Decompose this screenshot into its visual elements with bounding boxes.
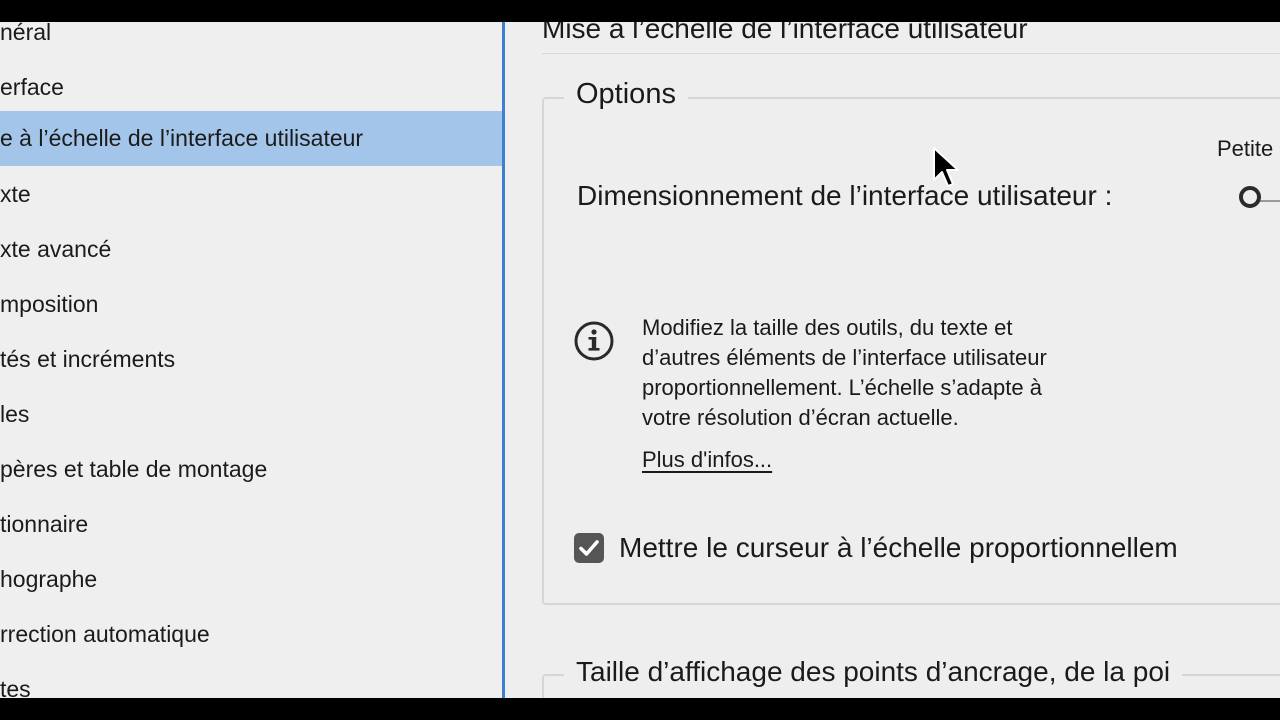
info-line: d’autres éléments de l’interface utilisa… — [642, 345, 1047, 370]
sidebar-item-label: mposition — [0, 291, 99, 317]
sidebar-item-label: néral — [0, 22, 52, 45]
options-legend: Options — [564, 78, 688, 111]
title-divider — [542, 53, 1280, 54]
sidebar-item-label: hographe — [0, 566, 98, 592]
sidebar-item-label: erface — [0, 74, 64, 100]
sidebar-item-label: xte — [0, 181, 31, 207]
page-title: Mise à l’échelle de l’interface utilisat… — [542, 22, 1028, 44]
info-line: votre résolution d’écran actuelle. — [642, 405, 959, 430]
sidebar-item-text[interactable]: xte — [0, 167, 502, 222]
anchor-size-legend: Taille d’affichage des points d’ancrage,… — [564, 656, 1183, 688]
sidebar-item-composition[interactable]: mposition — [0, 277, 502, 332]
ui-sizing-label: Dimensionnement de l’interface utilisate… — [577, 180, 1113, 211]
sidebar-item-autocorrect[interactable]: rrection automatique — [0, 607, 502, 662]
scale-cursor-label[interactable]: Mettre le curseur à l’échelle proportion… — [619, 532, 1178, 564]
checkmark-icon — [579, 540, 599, 556]
sidebar-item-dictionary[interactable]: tionnaire — [0, 497, 502, 552]
more-info-link[interactable]: Plus d'infos... — [642, 447, 772, 473]
scale-cursor-checkbox[interactable] — [574, 533, 604, 563]
sidebar-item-label: e à l’échelle de l’interface utilisateur — [0, 125, 364, 151]
info-icon — [574, 321, 614, 361]
settings-panel: Mise à l’échelle de l’interface utilisat… — [505, 22, 1280, 698]
sidebar-item-interface[interactable]: erface — [0, 60, 502, 115]
sidebar-item-label: tés et incréments — [0, 346, 176, 372]
sidebar-item-advanced-text[interactable]: xte avancé — [0, 222, 502, 277]
preferences-window: néral erface e à l’échelle de l’interfac… — [0, 22, 1280, 698]
sidebar: néral erface e à l’échelle de l’interfac… — [0, 22, 502, 698]
ui-sizing-slider-thumb[interactable] — [1239, 186, 1261, 208]
sidebar-item-grids[interactable]: les — [0, 387, 502, 442]
sidebar-item-ui-scaling[interactable]: e à l’échelle de l’interface utilisateur — [0, 111, 502, 166]
mouse-pointer-icon — [933, 147, 959, 187]
sidebar-item-general[interactable]: néral — [0, 22, 502, 60]
sidebar-item-label: tes — [0, 676, 31, 698]
sidebar-item-notes[interactable]: tes — [0, 662, 502, 698]
sidebar-item-label: les — [0, 401, 30, 427]
sidebar-item-guides-pasteboard[interactable]: pères et table de montage — [0, 442, 502, 497]
sidebar-item-spelling[interactable]: hographe — [0, 552, 502, 607]
sidebar-item-label: pères et table de montage — [0, 456, 268, 482]
sidebar-item-label: xte avancé — [0, 236, 112, 262]
sidebar-item-units-increments[interactable]: tés et incréments — [0, 332, 502, 387]
slider-min-label: Petite — [1217, 136, 1274, 161]
info-line: proportionnellement. L’échelle s’adapte … — [642, 375, 1042, 400]
sidebar-item-label: rrection automatique — [0, 621, 210, 647]
info-description: Modifiez la taille des outils, du texte … — [642, 313, 1202, 433]
sidebar-item-label: tionnaire — [0, 511, 89, 537]
info-line: Modifiez la taille des outils, du texte … — [642, 315, 1013, 340]
